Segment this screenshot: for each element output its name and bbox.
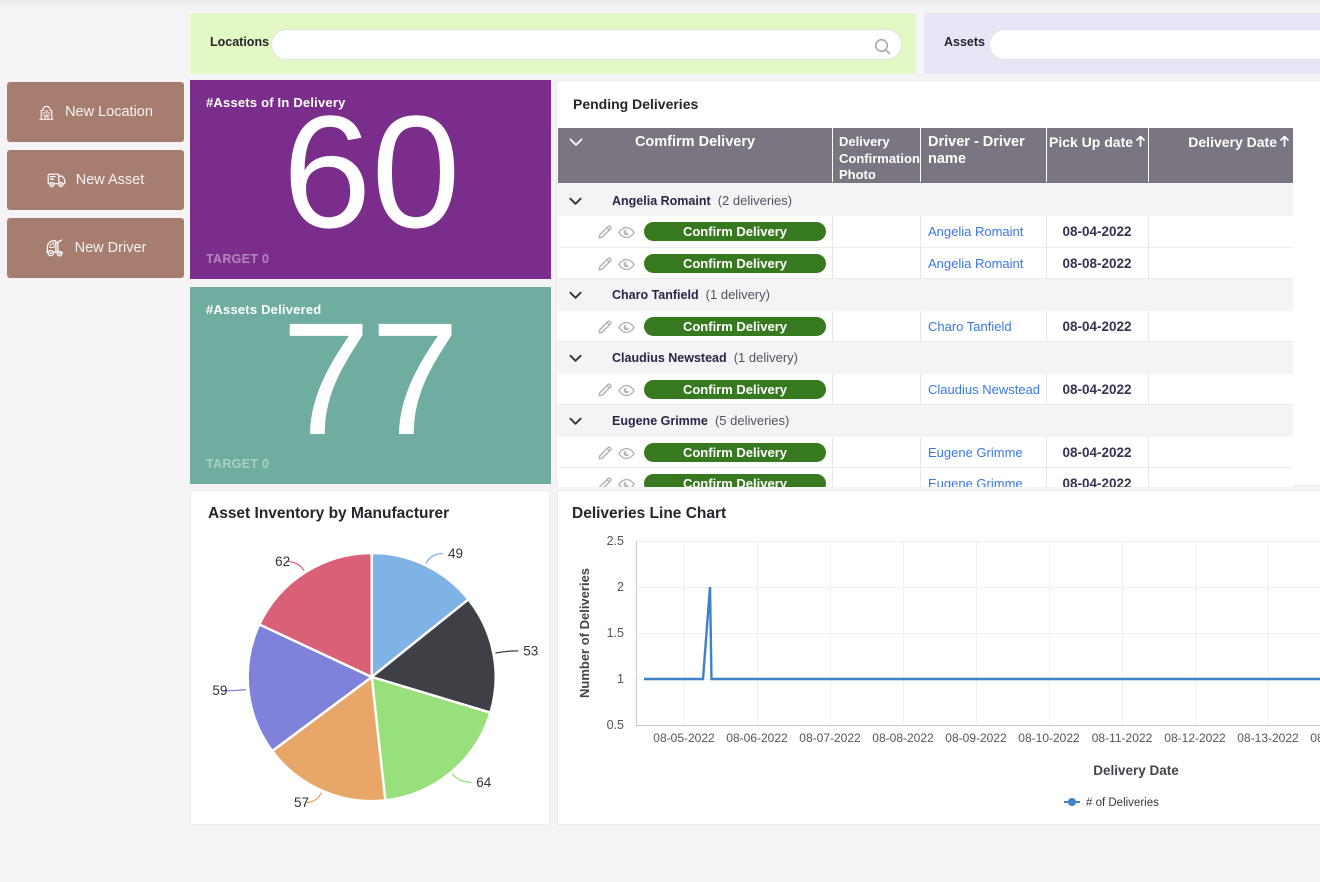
svg-text:2.5: 2.5	[607, 534, 624, 548]
svg-text:08-10-2022: 08-10-2022	[1018, 731, 1080, 745]
svg-text:08-06-2022: 08-06-2022	[726, 731, 788, 745]
svg-text:59: 59	[212, 683, 227, 698]
svg-text:# of Deliveries: # of Deliveries	[1086, 797, 1159, 809]
svg-text:08-07-2022: 08-07-2022	[799, 731, 861, 745]
svg-text:1: 1	[617, 672, 624, 686]
svg-text:1.5: 1.5	[607, 626, 624, 640]
svg-text:Delivery Date: Delivery Date	[1093, 763, 1179, 778]
svg-text:64: 64	[476, 775, 492, 790]
svg-text:08-11-2022: 08-11-2022	[1092, 731, 1153, 745]
svg-text:08-08-2022: 08-08-2022	[872, 731, 934, 745]
svg-text:0.5: 0.5	[607, 718, 624, 732]
svg-text:08-14-2022: 08-14-2022	[1310, 731, 1320, 745]
svg-text:49: 49	[448, 546, 463, 561]
svg-text:57: 57	[294, 795, 309, 810]
svg-text:08-12-2022: 08-12-2022	[1164, 731, 1226, 745]
svg-text:08-13-2022: 08-13-2022	[1237, 731, 1299, 745]
svg-text:2: 2	[617, 580, 624, 594]
svg-text:Number of Deliveries: Number of Deliveries	[577, 568, 592, 698]
svg-text:08-09-2022: 08-09-2022	[945, 731, 1007, 745]
svg-text:53: 53	[523, 643, 538, 658]
svg-text:62: 62	[275, 554, 290, 569]
svg-text:08-05-2022: 08-05-2022	[653, 731, 715, 745]
